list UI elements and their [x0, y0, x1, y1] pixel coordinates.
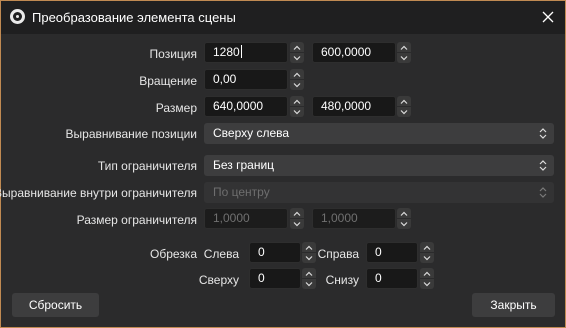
- chevron-down-icon: [293, 221, 301, 226]
- chevron-updown-icon: [539, 128, 547, 139]
- close-icon: [542, 11, 554, 23]
- spin-up-button[interactable]: [290, 69, 304, 79]
- bounds-width-input[interactable]: 1,0000: [204, 208, 288, 229]
- spin-down-button[interactable]: [397, 219, 411, 229]
- spin-down-button[interactable]: [290, 80, 304, 90]
- position-alignment-label: Выравнивание позиции: [65, 127, 197, 141]
- crop-left-label: Слева: [203, 247, 239, 261]
- chevron-down-icon: [305, 281, 313, 286]
- size-height-input[interactable]: 480,0000: [312, 96, 396, 117]
- bounds-height-spinner[interactable]: [397, 208, 411, 229]
- spin-down-button[interactable]: [290, 53, 304, 63]
- spin-down-button[interactable]: [397, 53, 411, 63]
- transform-dialog: Преобразование элемента сцены Позиция 12…: [0, 0, 566, 328]
- crop-bottom-input[interactable]: 0: [366, 268, 418, 289]
- spin-down-button[interactable]: [397, 107, 411, 117]
- size-height-spinner[interactable]: [397, 96, 411, 117]
- chevron-up-icon: [293, 99, 301, 104]
- chevron-down-icon: [400, 221, 408, 226]
- chevron-updown-icon: [539, 187, 547, 198]
- spin-up-button[interactable]: [290, 42, 304, 52]
- bounds-width-spinner[interactable]: [290, 208, 304, 229]
- rotation-label: Вращение: [139, 74, 197, 88]
- position-alignment-value: Сверху слева: [213, 126, 290, 140]
- position-x-input[interactable]: 1280: [204, 42, 288, 63]
- spin-up-button[interactable]: [302, 268, 316, 278]
- chevron-up-icon: [293, 45, 301, 50]
- size-label: Размер: [155, 101, 197, 115]
- close-dialog-button[interactable]: Закрыть: [472, 293, 555, 317]
- crop-right-spinner[interactable]: [420, 242, 434, 263]
- chevron-down-icon: [293, 55, 301, 60]
- chevron-down-icon: [400, 55, 408, 60]
- crop-label: Обрезка: [150, 247, 197, 261]
- crop-right-input[interactable]: 0: [366, 242, 418, 263]
- crop-top-label: Сверху: [198, 273, 239, 287]
- chevron-down-icon: [400, 109, 408, 114]
- position-label: Позиция: [149, 47, 197, 61]
- close-button[interactable]: [535, 4, 561, 30]
- bounds-alignment-label: Выравнивание внутри ограничителя: [0, 186, 197, 200]
- text-cursor: [240, 45, 242, 58]
- position-y-input[interactable]: 600,0000: [312, 42, 396, 63]
- crop-top-spinner[interactable]: [302, 268, 316, 289]
- spin-up-button[interactable]: [302, 242, 316, 252]
- bounds-alignment-value: По центру: [213, 185, 270, 199]
- chevron-down-icon: [423, 255, 431, 260]
- position-x-spinner[interactable]: [290, 42, 304, 63]
- spin-up-button[interactable]: [397, 96, 411, 106]
- obs-logo-icon: [10, 9, 25, 24]
- chevron-updown-icon: [539, 160, 547, 171]
- reset-button[interactable]: Сбросить: [12, 293, 99, 317]
- spin-down-button[interactable]: [290, 107, 304, 117]
- position-x-value: 1280: [213, 45, 240, 59]
- chevron-up-icon: [293, 211, 301, 216]
- spin-up-button[interactable]: [420, 242, 434, 252]
- position-y-spinner[interactable]: [397, 42, 411, 63]
- position-alignment-select[interactable]: Сверху слева: [204, 123, 554, 144]
- rotation-spinner[interactable]: [290, 69, 304, 90]
- chevron-down-icon: [423, 281, 431, 286]
- spin-down-button[interactable]: [302, 279, 316, 289]
- bounds-type-label: Тип ограничителя: [97, 159, 197, 173]
- size-width-spinner[interactable]: [290, 96, 304, 117]
- crop-top-input[interactable]: 0: [249, 268, 301, 289]
- spin-down-button[interactable]: [420, 253, 434, 263]
- bounds-type-select[interactable]: Без границ: [204, 155, 554, 176]
- chevron-up-icon: [400, 211, 408, 216]
- title-bar[interactable]: Преобразование элемента сцены: [1, 1, 565, 34]
- rotation-input[interactable]: 0,00: [204, 69, 288, 90]
- spin-up-button[interactable]: [290, 208, 304, 218]
- crop-right-label: Справа: [317, 247, 359, 261]
- spin-up-button[interactable]: [420, 268, 434, 278]
- crop-left-input[interactable]: 0: [249, 242, 301, 263]
- chevron-down-icon: [305, 255, 313, 260]
- window-title: Преобразование элемента сцены: [32, 10, 236, 25]
- chevron-up-icon: [305, 245, 313, 250]
- chevron-up-icon: [423, 245, 431, 250]
- bounds-alignment-select[interactable]: По центру: [204, 182, 554, 203]
- spin-up-button[interactable]: [290, 96, 304, 106]
- chevron-down-icon: [293, 82, 301, 87]
- chevron-down-icon: [293, 109, 301, 114]
- bounds-type-value: Без границ: [213, 158, 275, 172]
- chevron-up-icon: [400, 45, 408, 50]
- crop-bottom-label: Снизу: [325, 273, 359, 287]
- crop-bottom-spinner[interactable]: [420, 268, 434, 289]
- spin-up-button[interactable]: [397, 42, 411, 52]
- chevron-up-icon: [305, 271, 313, 276]
- bounds-height-input[interactable]: 1,0000: [312, 208, 396, 229]
- spin-down-button[interactable]: [420, 279, 434, 289]
- spin-down-button[interactable]: [302, 253, 316, 263]
- spin-up-button[interactable]: [397, 208, 411, 218]
- chevron-up-icon: [400, 99, 408, 104]
- bounds-size-label: Размер ограничителя: [76, 213, 197, 227]
- spin-down-button[interactable]: [290, 219, 304, 229]
- chevron-up-icon: [293, 72, 301, 77]
- size-width-input[interactable]: 640,0000: [204, 96, 288, 117]
- crop-left-spinner[interactable]: [302, 242, 316, 263]
- chevron-up-icon: [423, 271, 431, 276]
